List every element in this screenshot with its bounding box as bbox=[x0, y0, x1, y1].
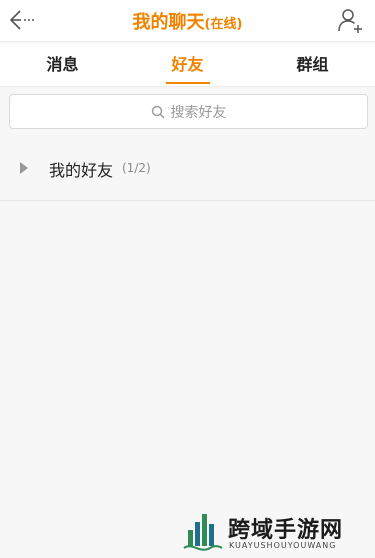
add-friend-button[interactable] bbox=[337, 6, 365, 34]
search-placeholder: 搜索好友 bbox=[170, 104, 227, 121]
tab-messages[interactable]: 消息 bbox=[0, 43, 125, 86]
watermark: 跨域手游网 KUAYUSHOUYOUWANG bbox=[182, 508, 368, 556]
tab-groups[interactable]: 群组 bbox=[250, 43, 375, 86]
friend-group-row[interactable]: 我的好友 (1/2) bbox=[0, 137, 375, 201]
online-status: (在线) bbox=[204, 17, 243, 32]
page-title: 我的聊天(在线) bbox=[0, 8, 375, 34]
search-icon bbox=[151, 105, 164, 118]
tab-friends[interactable]: 好友 bbox=[125, 43, 250, 86]
friend-list-empty-area bbox=[0, 202, 375, 558]
tab-bar: 消息 好友 群组 bbox=[0, 43, 375, 87]
add-user-icon bbox=[338, 9, 362, 33]
watermark-subtitle: KUAYUSHOUYOUWANG bbox=[229, 541, 337, 550]
app-header: 我的聊天(在线) bbox=[0, 0, 375, 42]
friend-group-name: 我的好友 bbox=[49, 161, 114, 180]
friend-group-count: (1/2) bbox=[122, 161, 151, 175]
caret-right-icon bbox=[20, 162, 28, 174]
search-area: 搜索好友 bbox=[0, 88, 375, 136]
watermark-title: 跨域手游网 bbox=[228, 518, 344, 543]
search-input[interactable]: 搜索好友 bbox=[9, 94, 368, 129]
watermark-logo-icon bbox=[183, 514, 223, 551]
page-title-text: 我的聊天 bbox=[132, 12, 205, 33]
